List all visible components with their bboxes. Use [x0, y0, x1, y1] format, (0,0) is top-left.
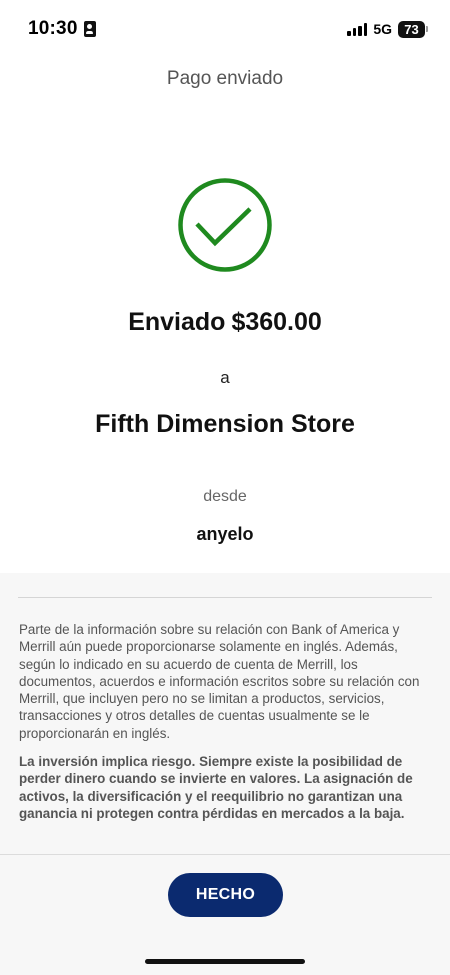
from-label: desde	[203, 488, 247, 505]
language-disclosure: Parte de la información sobre su relació…	[19, 622, 420, 741]
battery-icon: 73	[398, 20, 428, 38]
status-left: 10:30	[28, 18, 96, 40]
to-label: a	[220, 368, 230, 387]
status-bar: 10:30 5G 73	[0, 0, 450, 58]
disclosure-section: Parte de la información sobre su relació…	[0, 573, 450, 975]
sent-amount-line: Enviado $360.00	[0, 308, 450, 337]
recipient-name: Fifth Dimension Store	[95, 410, 355, 438]
sent-label: Enviado	[128, 308, 226, 336]
sent-amount: $360.00	[231, 308, 322, 336]
battery-level: 73	[398, 20, 425, 38]
from-account-name: anyelo	[196, 524, 254, 544]
divider	[0, 854, 450, 855]
checkmark-circle-icon	[178, 178, 272, 272]
network-type: 5G	[373, 21, 392, 37]
id-card-icon	[83, 21, 96, 37]
divider	[18, 597, 432, 598]
done-button[interactable]: HECHO	[168, 873, 283, 917]
investment-risk-disclosure: La inversión implica riesgo. Siempre exi…	[19, 754, 413, 821]
payment-sent-screen: 10:30 5G 73 Pago enviado Enviado $360.00 …	[0, 0, 450, 975]
status-right: 5G 73	[347, 20, 428, 38]
signal-bars-icon	[347, 22, 368, 36]
page-title: Pago enviado	[166, 68, 284, 89]
home-indicator[interactable]	[145, 959, 305, 964]
status-time: 10:30	[28, 18, 78, 39]
